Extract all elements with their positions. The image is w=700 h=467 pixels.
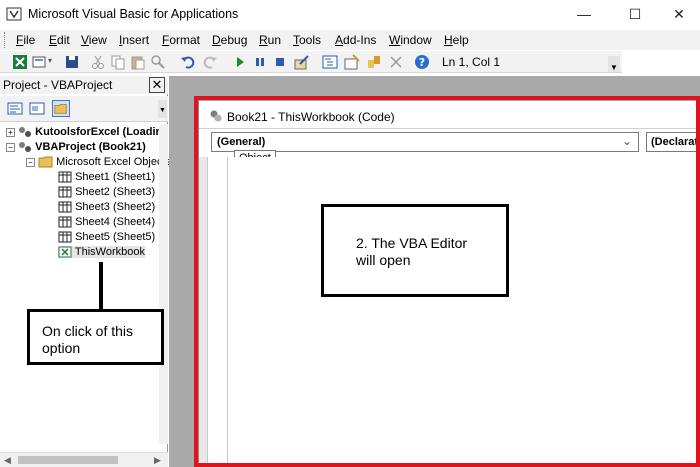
window-title: Microsoft Visual Basic for Applications [28, 7, 239, 21]
menu-bar: File Edit View Insert Format Debug Run T… [0, 30, 700, 50]
toolbox-icon[interactable] [388, 54, 404, 70]
tree-item-label: Sheet5 (Sheet5) [75, 231, 156, 243]
worksheet-icon [58, 231, 72, 243]
object-browser-icon[interactable] [366, 54, 382, 70]
scroll-right-icon[interactable]: ▶ [154, 455, 161, 466]
menu-grip[interactable] [4, 32, 7, 48]
insert-module-icon[interactable] [32, 54, 48, 70]
callout-right-text: 2. The VBA Editor will open [356, 235, 468, 268]
vba-project-icon [19, 127, 32, 138]
minimize-button[interactable]: — [561, 0, 607, 28]
tree-item-label: ThisWorkbook [74, 246, 145, 258]
paste-icon[interactable] [130, 54, 146, 70]
excel-icon[interactable] [12, 54, 28, 70]
title-bar: Microsoft Visual Basic for Applications … [0, 0, 700, 28]
tree-item-thisworkbook[interactable]: ThisWorkbook [58, 246, 145, 259]
menu-help[interactable]: Help [444, 33, 469, 47]
menu-run[interactable]: Run [259, 33, 281, 47]
close-icon: ✕ [151, 77, 163, 92]
menu-view[interactable]: View [81, 33, 107, 47]
expand-icon[interactable]: + [6, 127, 15, 137]
maximize-button[interactable]: ☐ [612, 0, 658, 28]
project-explorer-toolbar: ▼ [0, 96, 168, 122]
project-toolbar-options[interactable]: ▼ [158, 100, 167, 118]
help-icon[interactable]: ? [414, 54, 430, 70]
tree-item-sheet2[interactable]: Sheet2 (Sheet3) [58, 186, 155, 198]
toolbar-options-button[interactable]: ▼ [608, 56, 620, 72]
menu-edit[interactable]: Edit [49, 33, 70, 47]
close-button[interactable]: ✕ [656, 0, 700, 28]
copy-icon[interactable] [110, 54, 126, 70]
tree-item-label: Sheet3 (Sheet2) [75, 201, 156, 213]
tree-item-sheet5[interactable]: Sheet5 (Sheet5) [58, 231, 155, 243]
cut-icon[interactable] [90, 54, 106, 70]
view-object-icon[interactable] [28, 100, 46, 117]
workbook-icon [58, 246, 72, 258]
project-explorer-icon[interactable] [322, 54, 338, 70]
cursor-position: Ln 1, Col 1 [442, 55, 501, 69]
tree-item-label: KutoolsforExcel (Loadin [35, 126, 163, 138]
tree-item-sheet1[interactable]: Sheet1 (Sheet1) [58, 171, 155, 183]
project-explorer-header: Project - VBAProject ✕ [0, 76, 168, 94]
reset-icon[interactable] [272, 54, 288, 70]
tree-item-label: Sheet4 (Sheet4) [75, 216, 156, 228]
project-explorer-panel: Project - VBAProject ✕ ▼ + KutoolsforExc… [0, 76, 171, 467]
tree-item-label: VBAProject (Book21) [35, 141, 146, 153]
menu-add-ins[interactable]: Add-Ins [335, 33, 376, 47]
find-icon[interactable] [150, 54, 166, 70]
svg-text:?: ? [419, 56, 425, 69]
callout-connector [99, 262, 103, 310]
tree-item-label: Sheet1 (Sheet1) [75, 171, 156, 183]
folder-icon [38, 156, 53, 168]
menu-window[interactable]: Window [389, 33, 432, 47]
project-explorer-title: Project - VBAProject [3, 78, 113, 92]
project-tree: + KutoolsforExcel (Loadin − VBAProject (… [0, 124, 171, 444]
redo-icon[interactable] [202, 54, 218, 70]
standard-toolbar: ▾ ? Ln 1, Col 1 [0, 51, 622, 73]
callout-left: On click of this option [27, 309, 164, 365]
tree-item-sheet3[interactable]: Sheet3 (Sheet2) [58, 201, 155, 213]
tree-item-vbaproject[interactable]: − VBAProject (Book21) [6, 141, 146, 153]
tree-item-label: Microsoft Excel Objects [56, 156, 172, 168]
collapse-icon[interactable]: − [6, 142, 15, 152]
tree-horizontal-scrollbar[interactable]: ◀ ▶ [0, 452, 168, 467]
vba-project-icon [19, 142, 32, 153]
save-icon[interactable] [64, 54, 80, 70]
menu-debug[interactable]: Debug [212, 33, 247, 47]
callout-left-text: On click of this option [42, 323, 134, 356]
menu-tools[interactable]: Tools [293, 33, 321, 47]
worksheet-icon [58, 216, 72, 228]
scroll-left-icon[interactable]: ◀ [4, 455, 11, 466]
tree-item-excel-objects[interactable]: − Microsoft Excel Objects [26, 156, 171, 168]
run-icon[interactable] [232, 54, 248, 70]
scroll-thumb[interactable] [18, 456, 118, 464]
vba-app-icon [6, 7, 22, 21]
tree-item-sheet4[interactable]: Sheet4 (Sheet4) [58, 216, 155, 228]
properties-icon[interactable] [344, 54, 360, 70]
tree-vertical-scrollbar[interactable] [159, 124, 168, 444]
design-mode-icon[interactable] [294, 54, 310, 70]
menu-file[interactable]: File [16, 33, 35, 47]
chevron-down-icon[interactable]: ▾ [48, 56, 52, 65]
worksheet-icon [58, 186, 72, 198]
toggle-folders-icon[interactable] [52, 100, 70, 117]
tree-item-label: Sheet2 (Sheet3) [75, 186, 156, 198]
callout-right: 2. The VBA Editor will open [321, 204, 509, 297]
project-close-button[interactable]: ✕ [149, 77, 165, 93]
worksheet-icon [58, 171, 72, 183]
menu-format[interactable]: Format [162, 33, 200, 47]
undo-icon[interactable] [180, 54, 196, 70]
chevron-down-icon: ▼ [610, 63, 618, 72]
tree-item-kutools[interactable]: + KutoolsforExcel (Loadin [6, 126, 162, 138]
worksheet-icon [58, 201, 72, 213]
break-icon[interactable] [252, 54, 268, 70]
menu-insert[interactable]: Insert [119, 33, 149, 47]
view-code-icon[interactable] [6, 100, 24, 117]
collapse-icon[interactable]: − [26, 157, 35, 167]
